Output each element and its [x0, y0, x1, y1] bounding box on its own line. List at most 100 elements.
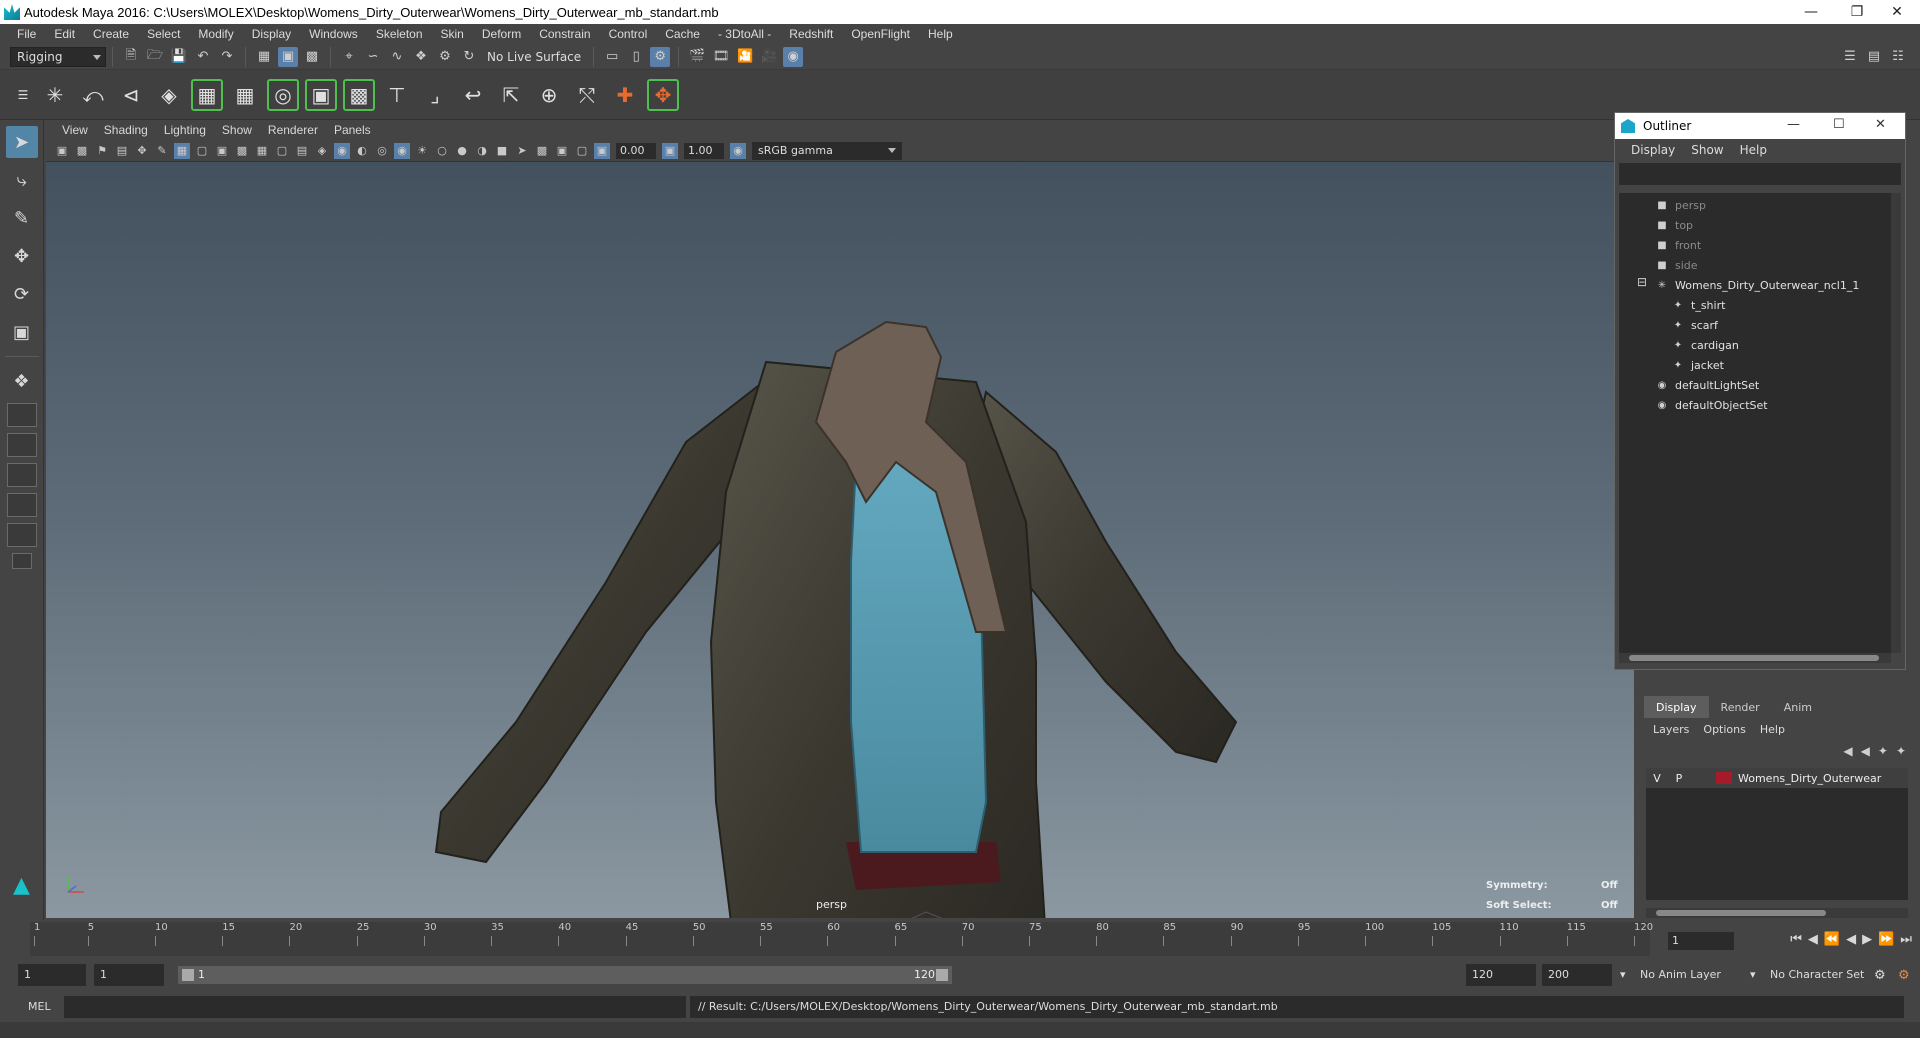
set-driven-key-icon[interactable]: ✥: [647, 78, 679, 111]
color-management-icon[interactable]: ◉: [730, 142, 746, 159]
horizontal-scrollbar[interactable]: [1646, 908, 1908, 918]
scale-constraint-icon[interactable]: ⇱: [495, 79, 527, 111]
ik-handle-icon[interactable]: ⤺: [77, 79, 109, 111]
collapse-toggle-icon[interactable]: ⊟: [1637, 275, 1647, 289]
time-slider[interactable]: 1 5 10 15 20 25 30 35 40 45 50 55 60 65 70 75 80 85 90 95 10…: [0, 920, 1920, 958]
viewport-menu-panels[interactable]: Panels: [326, 123, 379, 137]
move-layer-up-icon[interactable]: ◀: [1843, 744, 1852, 758]
minimize-button[interactable]: —: [1787, 117, 1800, 132]
outliner-filter-field[interactable]: [1619, 163, 1901, 185]
select-component-icon[interactable]: ▩: [302, 47, 322, 67]
close-button[interactable]: ✕: [1874, 0, 1920, 24]
animation-end-field[interactable]: 200: [1542, 964, 1612, 986]
parent-constraint-icon[interactable]: ⊕: [533, 79, 565, 111]
move-layer-down-icon[interactable]: ◀: [1861, 744, 1870, 758]
output-ops-icon[interactable]: ▯: [626, 47, 646, 67]
view-transform-dropdown[interactable]: sRGB gamma: [752, 141, 902, 160]
tab-anim[interactable]: Anim: [1772, 696, 1824, 718]
isolate-select-icon[interactable]: ➤: [514, 143, 530, 159]
menu-modify[interactable]: Modify: [189, 27, 242, 41]
step-back-frame-icon[interactable]: ◀: [1808, 932, 1818, 947]
snap-projected-icon[interactable]: ❖: [411, 47, 431, 67]
menu-edit[interactable]: Edit: [45, 27, 84, 41]
four-view-layout-icon[interactable]: [6, 403, 37, 427]
depth-of-field-icon[interactable]: ■: [494, 143, 510, 159]
persp-outliner-layout-icon[interactable]: [6, 433, 37, 457]
channel-box-icon[interactable]: ☰: [1840, 47, 1860, 67]
new-scene-icon[interactable]: 🗎: [121, 47, 141, 67]
blend-shape-icon[interactable]: ▩: [343, 78, 375, 111]
orient-constraint-icon[interactable]: ↩: [457, 79, 489, 111]
xray-icon[interactable]: ▩: [534, 143, 550, 159]
menu-openflight[interactable]: OpenFlight: [842, 27, 919, 41]
multisample-aa-icon[interactable]: ◑: [474, 143, 490, 159]
layer-visibility-toggle[interactable]: V: [1646, 772, 1668, 785]
menu-create[interactable]: Create: [84, 27, 138, 41]
layer-row[interactable]: V P Womens_Dirty_Outerwear: [1646, 768, 1908, 788]
layer-menu-options[interactable]: Options: [1696, 723, 1752, 736]
bind-skin-icon[interactable]: ▦: [191, 78, 223, 111]
render-view-icon[interactable]: 🎬: [687, 47, 707, 67]
undo-icon[interactable]: ↶: [193, 47, 213, 67]
gamma-icon[interactable]: ▣: [662, 142, 678, 159]
insert-joint-icon[interactable]: ◈: [153, 79, 185, 111]
safe-action-icon[interactable]: ▢: [274, 143, 290, 159]
xray-components-icon[interactable]: ▢: [574, 143, 590, 159]
step-back-key-icon[interactable]: ⏪: [1824, 932, 1840, 947]
persp-graph-layout-icon[interactable]: [6, 463, 37, 487]
custom-layout-icon[interactable]: [6, 523, 37, 547]
wireframe-icon[interactable]: ◈: [314, 143, 330, 159]
hypershade-icon[interactable]: ◉: [783, 46, 804, 67]
attribute-editor-icon[interactable]: ▤: [1864, 47, 1884, 67]
use-all-lights-icon[interactable]: ◉: [394, 142, 410, 159]
layer-menu-layers[interactable]: Layers: [1646, 723, 1696, 736]
lattice-icon[interactable]: ▦: [229, 79, 261, 111]
auto-key-icon[interactable]: ⚙: [1874, 968, 1886, 983]
tab-display[interactable]: Display: [1644, 696, 1709, 718]
image-plane-icon[interactable]: ▤: [114, 143, 130, 159]
outliner-item[interactable]: ■ top: [1655, 215, 1693, 235]
scrollbar-thumb[interactable]: [1629, 655, 1879, 661]
time-slider-track[interactable]: 1 5 10 15 20 25 30 35 40 45 50 55 60 65 70 75 80 85 90 95 10…: [30, 922, 1653, 956]
menu-help[interactable]: Help: [919, 27, 962, 41]
wrap-deformer-icon[interactable]: ▣: [305, 78, 337, 111]
menu-skin[interactable]: Skin: [432, 27, 473, 41]
playback-start-field[interactable]: 1: [94, 964, 164, 986]
joint-tool-icon[interactable]: ✳: [39, 79, 71, 111]
render-current-icon[interactable]: 🎞: [711, 47, 731, 67]
outliner-item[interactable]: ✦ scarf: [1671, 315, 1718, 335]
animation-start-field[interactable]: 1: [18, 964, 86, 986]
lasso-tool-icon[interactable]: ⤷: [6, 164, 38, 196]
range-slider[interactable]: 1 120: [178, 966, 952, 984]
outliner-item[interactable]: ✳ Womens_Dirty_Outerwear_ncl1_1: [1655, 275, 1860, 295]
viewport-menu-view[interactable]: View: [54, 123, 96, 137]
viewport-menu-show[interactable]: Show: [214, 123, 260, 137]
outliner-menu-help[interactable]: Help: [1732, 143, 1775, 157]
screen-space-ao-icon[interactable]: ○: [434, 143, 450, 159]
ipr-render-icon[interactable]: 🎦: [735, 47, 755, 67]
redo-icon[interactable]: ↷: [217, 47, 237, 67]
cluster-icon[interactable]: ◎: [267, 78, 299, 111]
menu-deform[interactable]: Deform: [473, 27, 530, 41]
open-scene-icon[interactable]: 🗁: [145, 47, 165, 67]
outliner-item[interactable]: ◉ defaultObjectSet: [1655, 395, 1768, 415]
outliner-item[interactable]: ◉ defaultLightSet: [1655, 375, 1760, 395]
ik-spline-icon[interactable]: ⊲: [115, 79, 147, 111]
go-to-start-icon[interactable]: ⏮: [1790, 932, 1802, 947]
gate-mask-icon[interactable]: ▩: [234, 143, 250, 159]
layer-menu-help[interactable]: Help: [1753, 723, 1792, 736]
outliner-item[interactable]: ✦ cardigan: [1671, 335, 1739, 355]
menu-file[interactable]: File: [8, 27, 45, 41]
aim-constraint-icon[interactable]: ⌟: [419, 79, 451, 111]
exposure-icon[interactable]: ▣: [594, 142, 610, 159]
minimize-button[interactable]: —: [1788, 0, 1834, 24]
maximize-button[interactable]: ☐: [1833, 117, 1845, 132]
vertical-scrollbar[interactable]: [1891, 193, 1901, 653]
viewport-menu-lighting[interactable]: Lighting: [156, 123, 214, 137]
scale-tool-icon[interactable]: ▣: [6, 316, 38, 348]
2d-pan-zoom-icon[interactable]: ✥: [134, 143, 150, 159]
collapse-toolbox-icon[interactable]: [11, 553, 32, 569]
render-settings-icon[interactable]: 🎥: [759, 47, 779, 67]
move-tool-icon[interactable]: ✥: [6, 240, 38, 272]
current-frame-field[interactable]: 1: [1668, 932, 1734, 950]
